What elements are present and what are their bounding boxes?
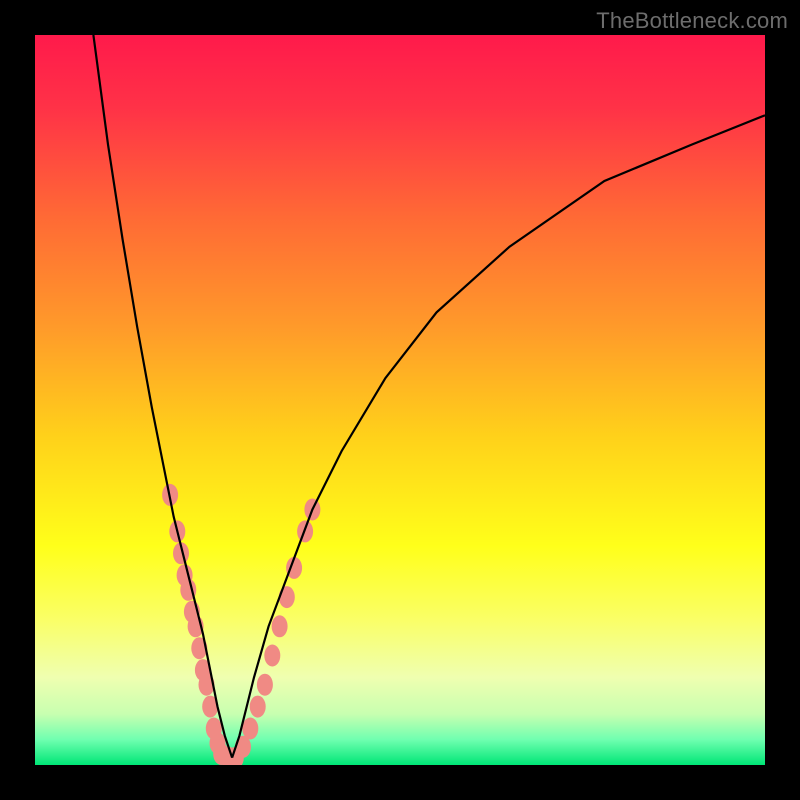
- plot-area: [35, 35, 765, 765]
- watermark-text: TheBottleneck.com: [596, 8, 788, 34]
- heatmap-gradient: [35, 35, 765, 765]
- chart-stage: TheBottleneck.com: [0, 0, 800, 800]
